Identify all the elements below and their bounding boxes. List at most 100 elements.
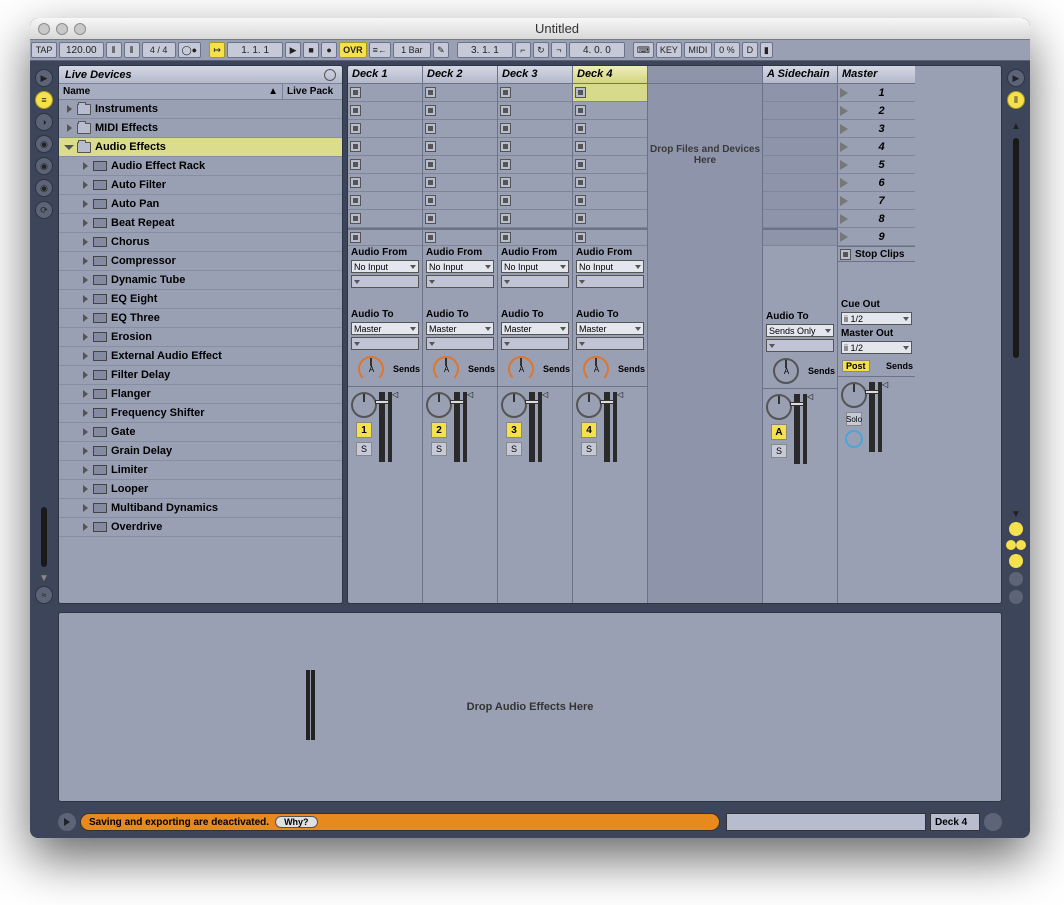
follow-icon[interactable]: ↦: [209, 42, 225, 58]
scene-slot[interactable]: 9: [838, 228, 915, 246]
audio-from-channel-select[interactable]: [426, 275, 494, 288]
tempo-field[interactable]: 120.00: [59, 42, 104, 58]
browser-item[interactable]: Limiter: [59, 461, 342, 480]
browser-item[interactable]: Multiband Dynamics: [59, 499, 342, 518]
browser-item[interactable]: External Audio Effect: [59, 347, 342, 366]
audio-from-select[interactable]: No Input: [501, 260, 569, 273]
scene-play-icon[interactable]: [840, 124, 848, 134]
audio-from-channel-select[interactable]: [351, 275, 419, 288]
stop-icon[interactable]: [425, 87, 436, 98]
browser-item[interactable]: MIDI Effects: [59, 119, 342, 138]
scene-play-icon[interactable]: [840, 160, 848, 170]
scene-play-icon[interactable]: [840, 178, 848, 188]
track-status-row[interactable]: [348, 228, 422, 246]
browser-item[interactable]: Flanger: [59, 385, 342, 404]
stop-icon[interactable]: [500, 159, 511, 170]
scene-play-icon[interactable]: [840, 232, 848, 242]
nudge-down-icon[interactable]: ⦀: [106, 42, 122, 58]
browser-col-name[interactable]: Name: [63, 86, 90, 97]
scene-slot[interactable]: 2: [838, 102, 915, 120]
browser-item[interactable]: Erosion: [59, 328, 342, 347]
stop-icon[interactable]: [500, 105, 511, 116]
clip-slot[interactable]: [348, 210, 422, 228]
session-view-icon[interactable]: ⦀: [1007, 91, 1025, 109]
stop-icon[interactable]: [425, 195, 436, 206]
triangle-right-icon[interactable]: [81, 409, 89, 417]
solo-button[interactable]: S: [771, 444, 787, 458]
clip-slot[interactable]: [423, 102, 497, 120]
audio-to-channel-select[interactable]: [351, 337, 419, 350]
track-header[interactable]: Deck 1: [348, 66, 422, 84]
pan-knob[interactable]: [426, 392, 452, 418]
cue-out-select[interactable]: ii 1/2: [841, 312, 912, 325]
keyboard-icon[interactable]: ⌨: [633, 42, 654, 58]
detail-view-play-icon[interactable]: [58, 813, 76, 831]
preview-volume-slider[interactable]: [41, 507, 47, 567]
punch-in-icon[interactable]: ⌐: [515, 42, 531, 58]
sends-toggle-icon[interactable]: [1006, 540, 1016, 550]
audio-to-select[interactable]: Sends Only: [766, 324, 834, 337]
pan-knob[interactable]: [351, 392, 377, 418]
send-knob[interactable]: A: [773, 358, 799, 384]
overdub-button[interactable]: OVR: [339, 42, 367, 58]
clip-slot[interactable]: [348, 156, 422, 174]
clip-slot[interactable]: [573, 174, 647, 192]
scene-play-icon[interactable]: [840, 214, 848, 224]
track-header[interactable]: Deck 3: [498, 66, 572, 84]
solo-button[interactable]: S: [431, 442, 447, 456]
browser-tab-files2-icon[interactable]: ◉: [35, 157, 53, 175]
clip-slot[interactable]: [348, 174, 422, 192]
stop-icon[interactable]: [500, 123, 511, 134]
stop-icon[interactable]: [350, 177, 361, 188]
browser-item[interactable]: Chorus: [59, 233, 342, 252]
clip-slot[interactable]: [498, 210, 572, 228]
browser-item[interactable]: EQ Eight: [59, 290, 342, 309]
master-header[interactable]: Master: [838, 66, 915, 84]
solo-button[interactable]: Solo: [846, 412, 862, 426]
punch-out-icon[interactable]: ¬: [551, 42, 567, 58]
stop-all-icon[interactable]: [840, 249, 851, 260]
midi-map-button[interactable]: MIDI: [684, 42, 712, 58]
track-activator-button[interactable]: A: [771, 424, 787, 440]
track-status-row[interactable]: [423, 228, 497, 246]
track-activator-button[interactable]: 4: [581, 422, 597, 438]
browser-item[interactable]: Compressor: [59, 252, 342, 271]
clip-slot[interactable]: [573, 210, 647, 228]
audio-from-select[interactable]: No Input: [351, 260, 419, 273]
triangle-right-icon[interactable]: [81, 371, 89, 379]
delay-toggle-icon[interactable]: [1009, 572, 1023, 586]
clip-slot[interactable]: [423, 210, 497, 228]
stop-icon[interactable]: [500, 177, 511, 188]
returns-toggle-icon[interactable]: [1016, 540, 1026, 550]
clip-slot[interactable]: [348, 120, 422, 138]
solo-button[interactable]: S: [356, 442, 372, 456]
triangle-right-icon[interactable]: [81, 238, 89, 246]
browser-tab-1-icon[interactable]: ▶: [35, 69, 53, 87]
why-button[interactable]: Why?: [275, 816, 318, 828]
audio-to-channel-select[interactable]: [766, 339, 834, 352]
sort-asc-icon[interactable]: ▲: [268, 86, 278, 97]
scene-slot[interactable]: 1: [838, 84, 915, 102]
scene-play-icon[interactable]: [840, 196, 848, 206]
key-map-button[interactable]: KEY: [656, 42, 682, 58]
stop-icon[interactable]: [500, 87, 511, 98]
browser-item[interactable]: Audio Effect Rack: [59, 157, 342, 176]
browser-tab-files1-icon[interactable]: ◉: [35, 135, 53, 153]
stop-icon[interactable]: [425, 159, 436, 170]
pan-knob[interactable]: [576, 392, 602, 418]
clip-slot[interactable]: [573, 120, 647, 138]
clip-slot[interactable]: [423, 120, 497, 138]
triangle-right-icon[interactable]: [81, 523, 89, 531]
browser-item[interactable]: Auto Pan: [59, 195, 342, 214]
audio-to-select[interactable]: Master: [501, 322, 569, 335]
master-out-select[interactable]: ii 1/2: [841, 341, 912, 354]
tap-button[interactable]: TAP: [31, 42, 57, 58]
browser-item[interactable]: Grain Delay: [59, 442, 342, 461]
drop-tracks-area[interactable]: Drop Files and Devices Here: [648, 66, 763, 603]
triangle-right-icon[interactable]: [81, 333, 89, 341]
stop-icon[interactable]: [500, 195, 511, 206]
timesig-field[interactable]: 4 / 4: [142, 42, 176, 58]
clip-slot[interactable]: [423, 174, 497, 192]
stop-icon[interactable]: [500, 141, 511, 152]
triangle-right-icon[interactable]: [81, 504, 89, 512]
